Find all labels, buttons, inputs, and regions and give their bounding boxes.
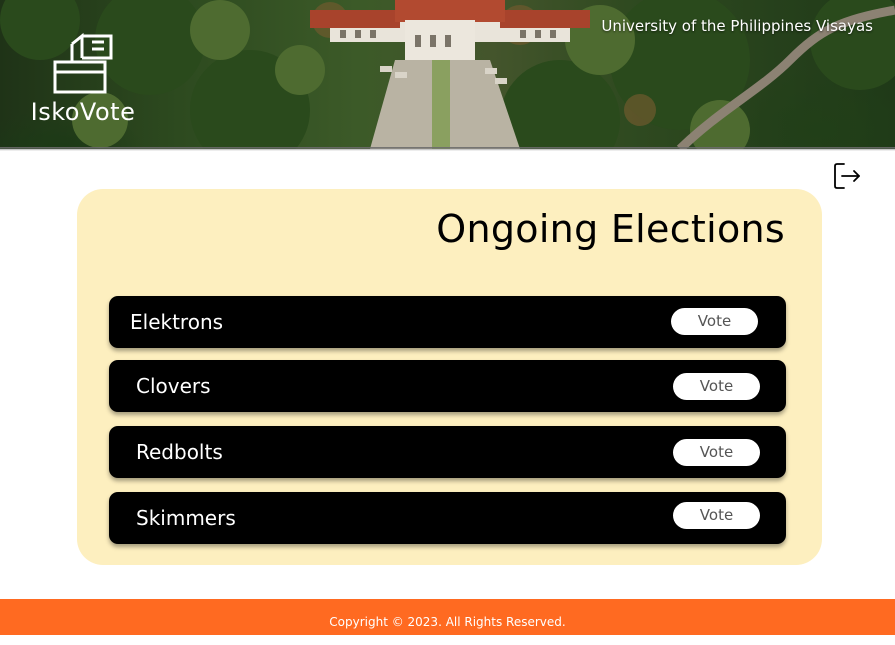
app-name: IskoVote xyxy=(30,98,136,126)
election-row-elektrons: Elektrons Vote xyxy=(109,296,786,348)
page-title: Ongoing Elections xyxy=(436,207,785,251)
footer: Copyright © 2023. All Rights Reserved. xyxy=(0,599,895,635)
vote-button-skimmers[interactable]: Vote xyxy=(673,502,760,529)
election-name: Skimmers xyxy=(136,506,236,530)
logout-icon[interactable] xyxy=(832,161,862,191)
vote-button-redbolts[interactable]: Vote xyxy=(673,439,760,466)
election-row-redbolts: Redbolts Vote xyxy=(109,426,786,478)
header-divider xyxy=(0,147,895,151)
election-name: Redbolts xyxy=(136,440,223,464)
app-logo[interactable]: IskoVote xyxy=(22,32,144,126)
university-name: University of the Philippines Visayas xyxy=(601,17,873,35)
copyright-text: Copyright © 2023. All Rights Reserved. xyxy=(329,615,566,629)
vote-button-clovers[interactable]: Vote xyxy=(673,373,760,400)
election-name: Clovers xyxy=(136,374,211,398)
elections-panel: Ongoing Elections Elektrons Vote Clovers… xyxy=(77,189,822,565)
election-row-skimmers: Skimmers Vote xyxy=(109,492,786,544)
election-row-clovers: Clovers Vote xyxy=(109,360,786,412)
election-name: Elektrons xyxy=(130,310,224,334)
header-banner: IskoVote University of the Philippines V… xyxy=(0,0,895,149)
vote-button-elektrons[interactable]: Vote xyxy=(671,308,758,335)
ballot-box-icon xyxy=(53,32,113,94)
